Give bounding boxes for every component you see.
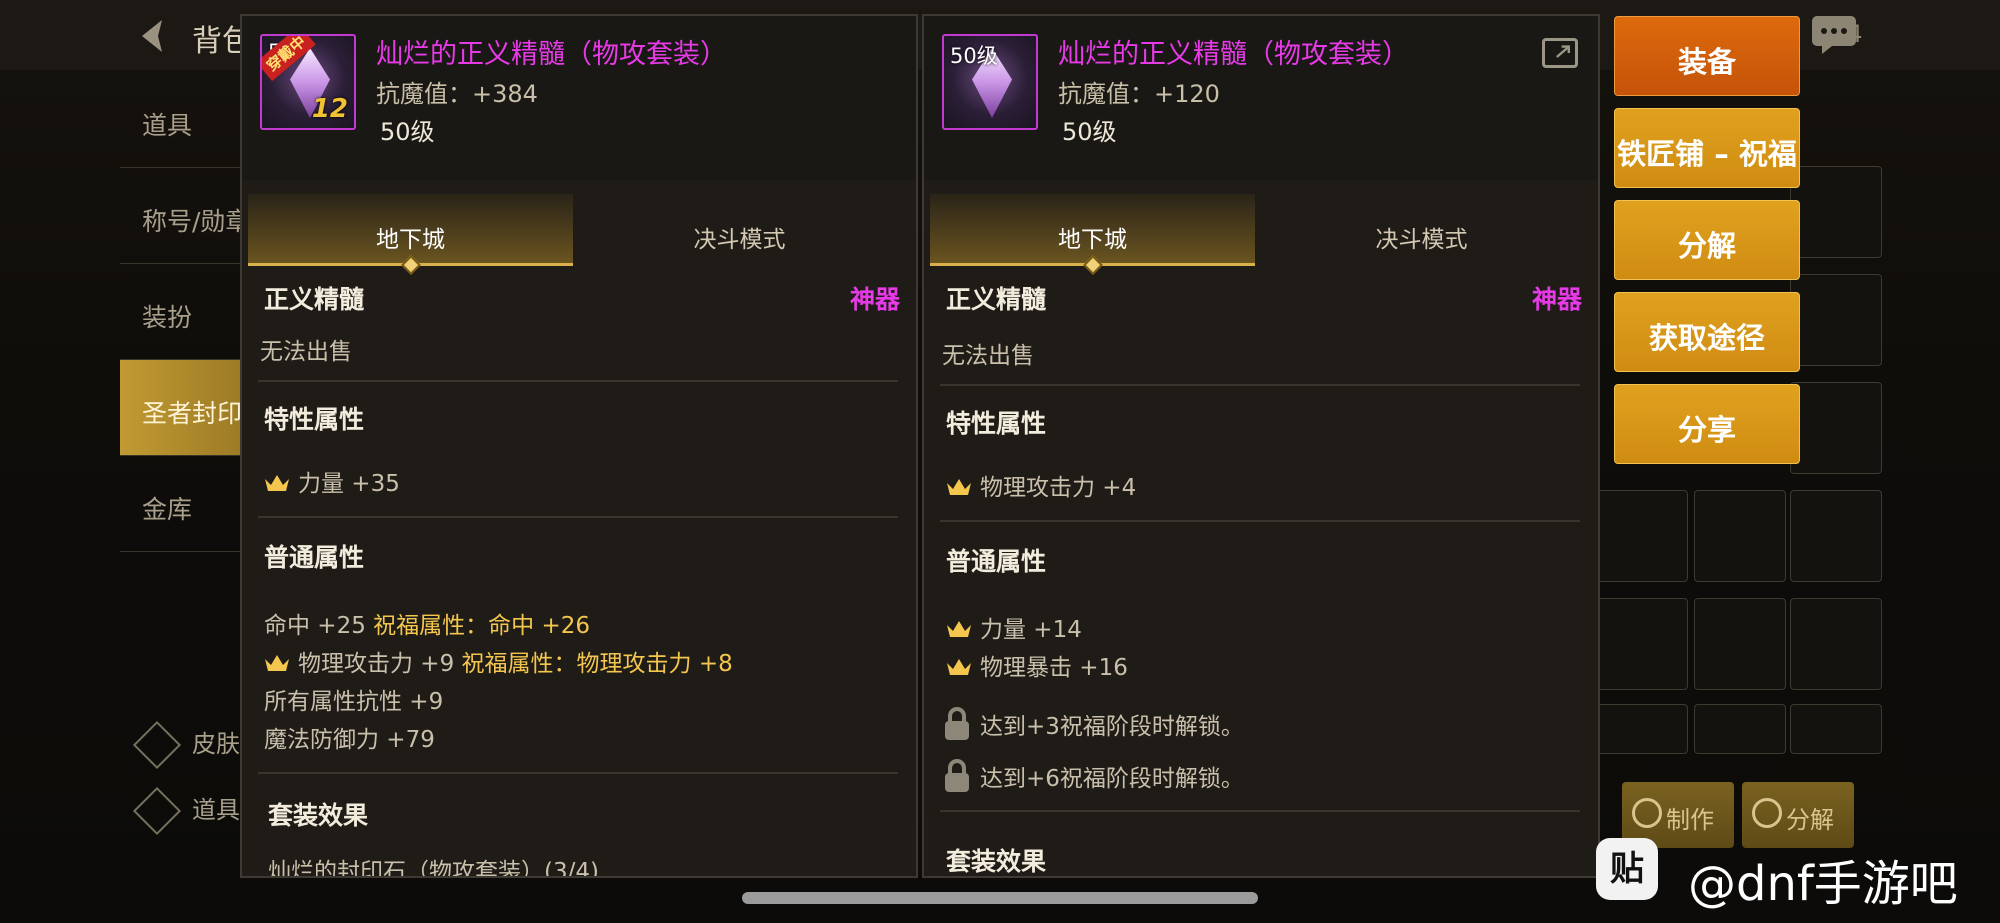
item-level: 50级 xyxy=(1062,118,1117,146)
disassemble-bottom-button[interactable]: 分解 xyxy=(1742,782,1854,848)
obtain-source-button[interactable]: 获取途径 xyxy=(1614,292,1800,372)
chat-icon[interactable] xyxy=(1810,14,1858,56)
inventory-slot[interactable] xyxy=(1790,490,1882,582)
item-icon xyxy=(132,786,182,836)
mode-tabs: 地下城 决斗模式 xyxy=(930,194,1584,275)
locked-stat: 达到+3祝福阶段时解锁。 xyxy=(942,706,1244,742)
mode-tabs: 地下城 决斗模式 xyxy=(248,194,902,275)
normal-stat: 魔法防御力 +79 xyxy=(264,727,435,753)
divider xyxy=(940,384,1580,386)
disassemble-button[interactable]: 分解 xyxy=(1614,200,1800,280)
trait-header: 特性属性 xyxy=(946,409,1047,438)
nav-item-bottom-items[interactable]: 道具 xyxy=(132,786,240,836)
item-name: 灿烂的正义精髓（物攻套装） xyxy=(376,39,727,70)
trait-header: 特性属性 xyxy=(264,405,365,434)
normal-stat: 物理暴击 +16 xyxy=(946,648,1128,682)
sell-status: 无法出售 xyxy=(260,339,352,365)
normal-stat: 所有属性抗性 +9 xyxy=(264,689,444,715)
divider xyxy=(940,520,1580,522)
bless-stat: 祝福属性：物理攻击力 +8 xyxy=(461,651,733,677)
back-arrow-icon[interactable] xyxy=(132,14,176,58)
bless-stat: 祝福属性：命中 +26 xyxy=(373,613,591,639)
inventory-slot[interactable] xyxy=(1790,598,1882,690)
lock-icon xyxy=(945,707,969,740)
divider xyxy=(258,772,898,774)
item-icon[interactable]: 50级 xyxy=(942,34,1038,130)
crown-icon xyxy=(947,621,971,637)
set-header: 套装效果 xyxy=(268,801,369,830)
lock-icon xyxy=(945,759,969,792)
skin-icon xyxy=(132,720,182,770)
item-tooltip-equipped: 5 12 穿戴中 灿烂的正义精髓（物攻套装） 抗魔值：+384 50级 地下城 … xyxy=(240,14,918,878)
normal-header: 普通属性 xyxy=(946,547,1047,576)
crown-icon xyxy=(265,475,289,491)
item-type: 正义精髓 xyxy=(946,285,1047,314)
inventory-slot[interactable] xyxy=(1596,598,1688,690)
set-name: 灿烂的封印石（物攻套装）(3/4) xyxy=(268,859,599,878)
item-icon[interactable]: 5 12 穿戴中 xyxy=(260,34,356,130)
normal-header: 普通属性 xyxy=(264,543,365,572)
inventory-slot[interactable] xyxy=(1790,382,1882,474)
sell-status: 无法出售 xyxy=(942,343,1034,369)
inventory-slot[interactable] xyxy=(1694,490,1786,582)
icon-level: 50级 xyxy=(950,44,998,68)
rarity-label: 神器 xyxy=(849,285,900,314)
trait-stat: 力量 +35 xyxy=(264,464,400,498)
rarity-label: 神器 xyxy=(1531,285,1582,314)
inventory-slot[interactable] xyxy=(1790,166,1882,258)
divider xyxy=(258,516,898,518)
tooltip-header: 5 12 穿戴中 灿烂的正义精髓（物攻套装） 抗魔值：+384 50级 xyxy=(242,16,916,180)
trait-stat: 物理攻击力 +4 xyxy=(946,468,1136,502)
item-type: 正义精髓 xyxy=(264,285,365,314)
normal-stat: 力量 +14 xyxy=(946,610,1082,644)
divider xyxy=(258,380,898,382)
crown-icon xyxy=(265,655,289,671)
resist-value: 抗魔值：+120 xyxy=(1058,80,1220,108)
tab-pvp[interactable]: 决斗模式 xyxy=(1259,194,1584,266)
tieba-logo-icon: 贴 xyxy=(1596,838,1658,900)
watermark-text: @dnf手游吧 xyxy=(1688,856,1958,912)
enhance-level: 12 xyxy=(311,94,348,124)
disassemble-icon xyxy=(1752,798,1782,828)
home-indicator[interactable] xyxy=(742,892,1258,904)
export-icon[interactable] xyxy=(1542,38,1578,68)
inventory-slot[interactable] xyxy=(1596,490,1688,582)
locked-stat: 达到+6祝福阶段时解锁。 xyxy=(942,758,1244,794)
nav-item-skin[interactable]: 皮肤 xyxy=(132,720,240,770)
resist-value: 抗魔值：+384 xyxy=(376,80,538,108)
item-name: 灿烂的正义精髓（物攻套装） xyxy=(1058,39,1409,70)
crown-icon xyxy=(947,479,971,495)
normal-stat: 命中 +25 祝福属性：命中 +26 xyxy=(264,613,591,639)
craft-icon xyxy=(1632,798,1662,828)
inventory-slot[interactable] xyxy=(1790,704,1882,754)
crown-icon xyxy=(947,659,971,675)
normal-stat: 物理攻击力 +9 祝福属性：物理攻击力 +8 xyxy=(264,644,733,678)
blacksmith-bless-button[interactable]: 铁匠铺 – 祝福 xyxy=(1614,108,1800,188)
item-tooltip-compare: 50级 灿烂的正义精髓（物攻套装） 抗魔值：+120 50级 地下城 决斗模式 … xyxy=(922,14,1600,878)
equip-button[interactable]: 装备 xyxy=(1614,16,1800,96)
inventory-slot[interactable] xyxy=(1694,704,1786,754)
tab-pvp[interactable]: 决斗模式 xyxy=(577,194,902,266)
inventory-slot[interactable] xyxy=(1694,598,1786,690)
divider xyxy=(940,810,1580,812)
inventory-slot[interactable] xyxy=(1790,274,1882,366)
inventory-slot[interactable] xyxy=(1596,704,1688,754)
item-level: 50级 xyxy=(380,118,435,146)
share-button[interactable]: 分享 xyxy=(1614,384,1800,464)
set-header: 套装效果 xyxy=(946,847,1047,876)
tooltip-header: 50级 灿烂的正义精髓（物攻套装） 抗魔值：+120 50级 xyxy=(924,16,1598,180)
